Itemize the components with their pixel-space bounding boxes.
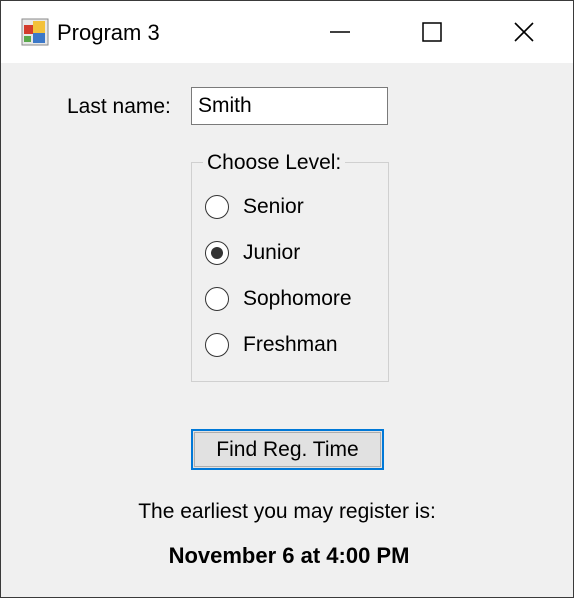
- radio-senior[interactable]: Senior: [205, 193, 304, 221]
- minimize-icon: [330, 31, 350, 33]
- maximize-icon: [422, 22, 442, 42]
- program-window: Program 3 Last name: Choose Level: Senio…: [0, 0, 574, 598]
- title-bar[interactable]: Program 3: [1, 1, 573, 63]
- last-name-input[interactable]: [191, 87, 388, 125]
- info-text: The earliest you may register is:: [138, 500, 436, 523]
- registration-time-result: November 6 at 4:00 PM: [168, 543, 410, 568]
- find-reg-time-button-label: Find Reg. Time: [194, 432, 381, 467]
- radio-label[interactable]: Freshman: [243, 332, 338, 358]
- radio-label[interactable]: Senior: [243, 194, 304, 220]
- close-icon: [514, 22, 534, 42]
- radio-button-circle[interactable]: [205, 287, 229, 311]
- last-name-label: Last name:: [67, 95, 171, 118]
- window-title: Program 3: [57, 20, 160, 45]
- app-form-icon[interactable]: [21, 18, 49, 46]
- close-button[interactable]: [478, 1, 570, 63]
- radio-button-circle[interactable]: [205, 241, 229, 265]
- radio-freshman[interactable]: Freshman: [205, 331, 338, 359]
- radio-junior[interactable]: Junior: [205, 239, 300, 267]
- find-reg-time-button[interactable]: Find Reg. Time: [191, 429, 384, 470]
- radio-selected-dot: [211, 247, 223, 259]
- radio-sophomore[interactable]: Sophomore: [205, 285, 352, 313]
- radio-label[interactable]: Sophomore: [243, 286, 352, 312]
- radio-label[interactable]: Junior: [243, 240, 300, 266]
- radio-button-circle[interactable]: [205, 333, 229, 357]
- maximize-button[interactable]: [386, 1, 478, 63]
- radio-button-circle[interactable]: [205, 195, 229, 219]
- level-group-title: Choose Level:: [203, 150, 346, 176]
- minimize-button[interactable]: [294, 1, 386, 63]
